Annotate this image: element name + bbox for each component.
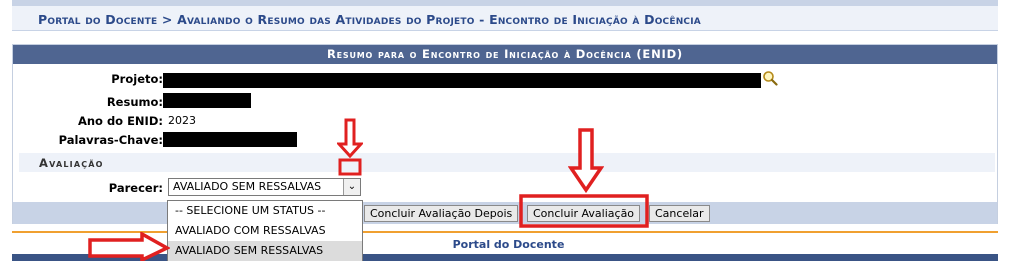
projeto-redacted xyxy=(163,73,761,88)
ano-label: Ano do ENID: xyxy=(77,114,163,128)
dropdown-option-selected[interactable]: AVALIADO SEM RESSALVAS xyxy=(168,241,362,261)
form-caption: Resumo para o Encontro de Iniciação à Do… xyxy=(13,45,997,64)
annotation-arrow-right xyxy=(88,232,170,261)
annotation-arrow-down-2 xyxy=(568,128,604,194)
dropdown-option[interactable]: AVALIADO COM RESSALVAS xyxy=(168,221,362,241)
parecer-label: Parecer: xyxy=(108,181,163,195)
palavras-chave-label: Palavras-Chave: xyxy=(58,133,163,147)
magnifier-icon[interactable] xyxy=(762,70,778,86)
cancelar-button[interactable]: Cancelar xyxy=(649,205,710,222)
annotation-box xyxy=(519,194,649,228)
chevron-down-icon[interactable]: ⌄ xyxy=(343,179,360,195)
annotation-arrow-down-1 xyxy=(337,118,363,176)
parecer-select[interactable]: AVALIADO SEM RESSALVAS ⌄ xyxy=(168,178,361,196)
palavras-chave-redacted xyxy=(163,132,297,147)
avaliacao-section: Avaliação xyxy=(19,153,995,172)
resumo-label: Resumo: xyxy=(106,95,163,109)
projeto-label: Projeto: xyxy=(111,72,163,86)
parecer-selected-value: AVALIADO SEM RESSALVAS xyxy=(173,180,322,193)
resumo-redacted xyxy=(163,93,251,108)
parecer-dropdown-list[interactable]: -- SELECIONE UM STATUS -- AVALIADO COM R… xyxy=(167,200,363,261)
ano-value: 2023 xyxy=(168,114,196,127)
concluir-depois-button[interactable]: Concluir Avaliação Depois xyxy=(364,205,519,222)
evaluation-form: Resumo para o Encontro de Iniciação à Do… xyxy=(12,44,998,224)
section-title: Avaliação xyxy=(39,156,104,170)
breadcrumb-text: Portal do Docente > Avaliando o Resumo d… xyxy=(38,12,701,27)
dropdown-option[interactable]: -- SELECIONE UM STATUS -- xyxy=(168,201,362,221)
breadcrumb: Portal do Docente > Avaliando o Resumo d… xyxy=(12,6,998,31)
